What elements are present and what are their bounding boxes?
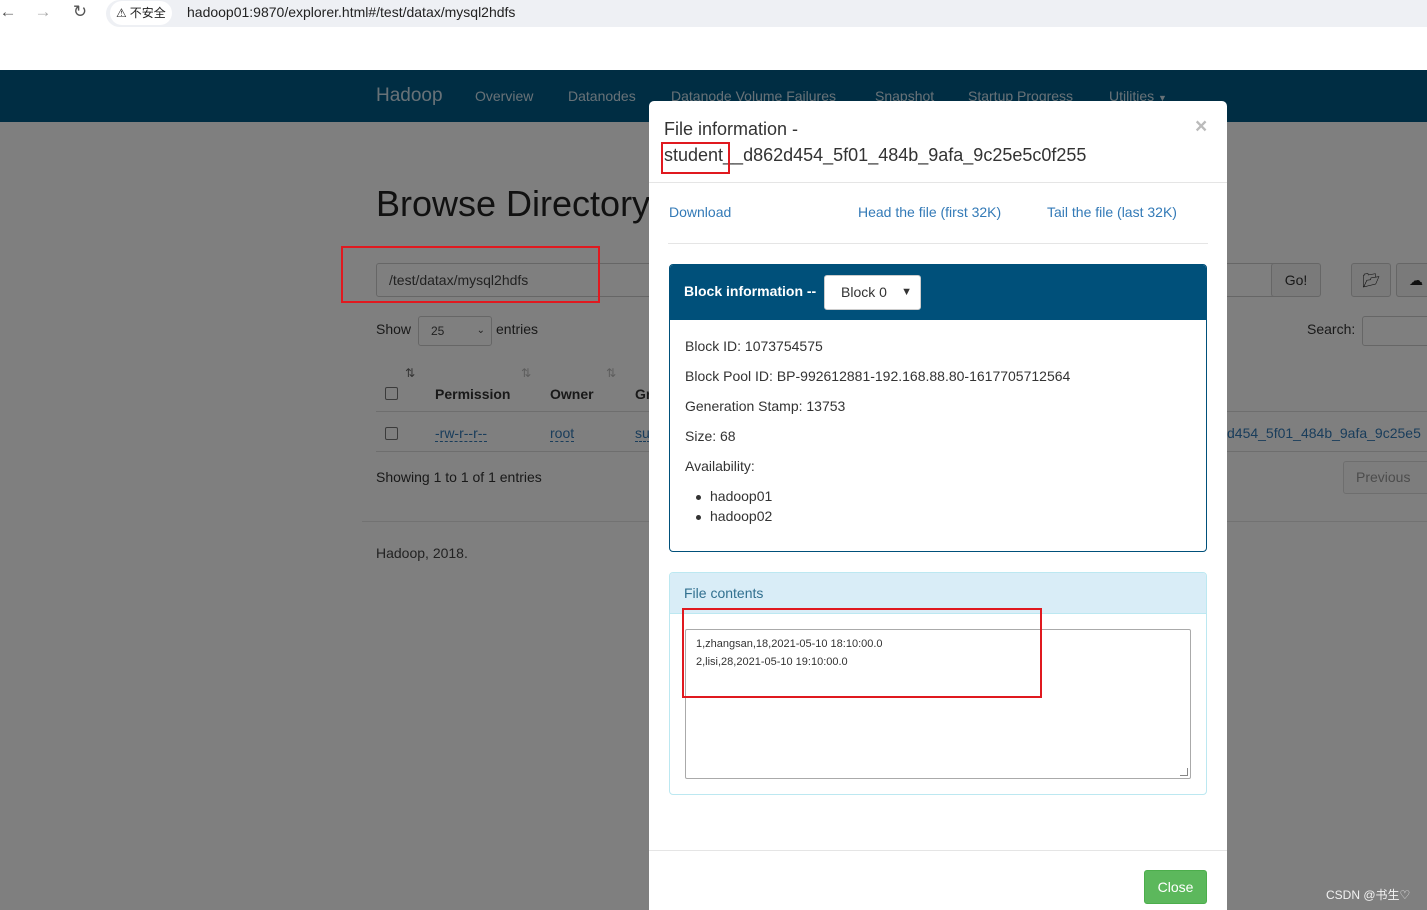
warning-triangle-icon: ⚠ bbox=[116, 6, 127, 20]
reload-icon[interactable]: ↻ bbox=[70, 2, 90, 22]
block-select[interactable]: Block 0 ▼ bbox=[824, 275, 921, 310]
file-contents-label: File contents bbox=[684, 585, 764, 601]
tail-file-link[interactable]: Tail the file (last 32K) bbox=[1047, 204, 1177, 220]
resize-handle[interactable] bbox=[1180, 768, 1188, 776]
browser-toolbar: ← → ↻ ⚠ 不安全 hadoop01:9870/explorer.html#… bbox=[0, 0, 1427, 70]
address-bar[interactable]: ⚠ 不安全 hadoop01:9870/explorer.html#/test/… bbox=[106, 0, 1427, 27]
security-label: 不安全 bbox=[129, 6, 166, 20]
watermark: CSDN @书生♡ bbox=[1326, 888, 1411, 902]
annotation-box-file-contents bbox=[682, 608, 1042, 698]
block-information-label: Block information -- bbox=[684, 283, 817, 299]
availability-label: Availability: bbox=[685, 458, 755, 474]
availability-node: hadoop02 bbox=[695, 508, 773, 524]
head-file-link[interactable]: Head the file (first 32K) bbox=[858, 204, 1001, 220]
close-icon[interactable]: × bbox=[1195, 115, 1207, 139]
back-arrow-icon[interactable]: ← bbox=[0, 2, 18, 22]
availability-node: hadoop01 bbox=[695, 488, 773, 504]
download-link[interactable]: Download bbox=[669, 204, 731, 220]
url-text[interactable]: hadoop01:9870/explorer.html#/test/datax/… bbox=[187, 4, 515, 20]
block-select-value: Block 0 bbox=[841, 284, 887, 300]
annotation-box-path bbox=[341, 246, 600, 303]
block-pool-id: Block Pool ID: BP-992612881-192.168.88.8… bbox=[685, 368, 1071, 384]
block-id: Block ID: 1073754575 bbox=[685, 338, 823, 354]
chevron-down-icon: ▼ bbox=[901, 286, 912, 298]
modal-header-divider bbox=[649, 182, 1227, 183]
annotation-box-file-name bbox=[661, 142, 730, 174]
close-button[interactable]: Close bbox=[1144, 870, 1207, 904]
generation-stamp: Generation Stamp: 13753 bbox=[685, 398, 846, 414]
block-panel-header: Block information -- Block 0 ▼ bbox=[670, 265, 1206, 320]
security-indicator[interactable]: ⚠ 不安全 bbox=[110, 1, 172, 25]
forward-arrow-icon[interactable]: → bbox=[33, 2, 53, 22]
links-divider bbox=[668, 243, 1208, 244]
block-size: Size: 68 bbox=[685, 428, 736, 444]
block-information-panel: Block information -- Block 0 ▼ Block ID:… bbox=[669, 264, 1207, 552]
modal-title: File information - bbox=[664, 119, 799, 139]
modal-footer-divider bbox=[649, 850, 1227, 851]
file-information-modal: File information - student__d862d454_5f0… bbox=[649, 101, 1227, 910]
